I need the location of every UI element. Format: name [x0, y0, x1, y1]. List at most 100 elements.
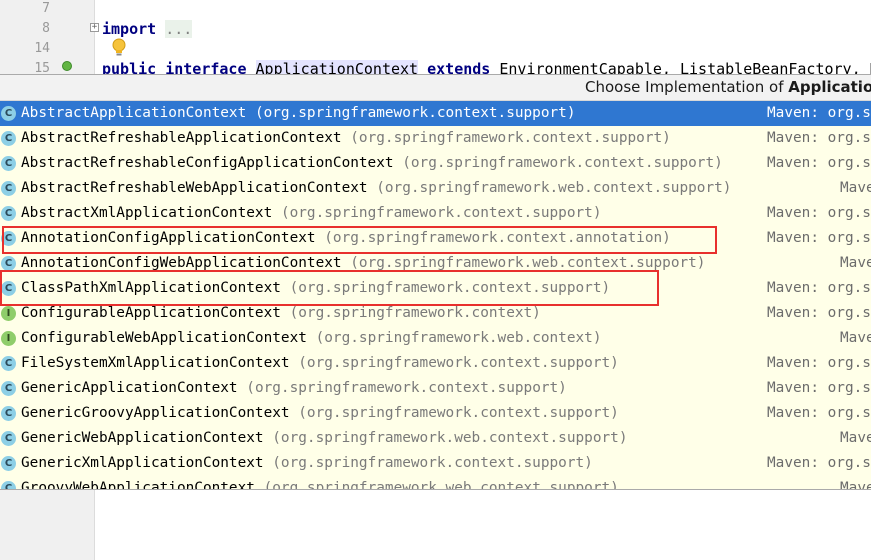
interface-icon: I: [1, 331, 16, 346]
class-name-text: GenericXmlApplicationContext: [21, 455, 264, 471]
package-name: (org.springframework.web.context.support…: [350, 255, 706, 271]
maven-source: Maven: org.s: [767, 355, 871, 371]
list-item[interactable]: I ConfigurableApplicationContext (org.spr…: [0, 301, 871, 326]
class-name: GenericApplicationContext (org.springfra…: [21, 376, 567, 401]
class-name: AnnotationConfigApplicationContext (org.…: [21, 226, 671, 251]
fold-marker-icon[interactable]: +: [90, 23, 99, 32]
class-icon: C: [1, 106, 16, 121]
class-name-text: AnnotationConfigWebApplicationContext: [21, 255, 342, 271]
list-item[interactable]: C AbstractXmlApplicationContext (org.spri…: [0, 201, 871, 226]
folded-imports[interactable]: ...: [165, 20, 193, 38]
class-name-text: GroovyWebApplicationContext: [21, 480, 255, 490]
list-item[interactable]: C AbstractApplicationContext (org.springf…: [0, 101, 871, 126]
package-name: (org.springframework.context.support): [298, 355, 619, 371]
maven-source: Mave: [840, 255, 871, 271]
list-item[interactable]: C ClassPathXmlApplicationContext (org.spr…: [0, 276, 871, 301]
list-item[interactable]: C FileSystemXmlApplicationContext (org.sp…: [0, 351, 871, 376]
class-name: AbstractRefreshableApplicationContext (o…: [21, 126, 671, 151]
package-name: (org.springframework.web.context): [315, 330, 602, 346]
line-number: 14: [34, 41, 50, 56]
class-icon: C: [1, 481, 16, 489]
maven-source: Maven: org.s: [767, 405, 871, 421]
maven-source: Mave: [840, 430, 871, 446]
list-item[interactable]: C GenericGroovyApplicationContext (org.sp…: [0, 401, 871, 426]
list-item[interactable]: C AbstractRefreshableApplicationContext (…: [0, 126, 871, 151]
maven-source: Maven: org.s: [767, 130, 871, 146]
class-name-text: GenericGroovyApplicationContext: [21, 405, 290, 421]
class-name-text: GenericWebApplicationContext: [21, 430, 264, 446]
package-name: (org.springframework.context.support): [402, 155, 723, 171]
implemented-by-icon[interactable]: [62, 61, 72, 71]
class-name: ConfigurableWebApplicationContext (org.s…: [21, 326, 602, 351]
list-item[interactable]: C AbstractRefreshableConfigApplicationCon…: [0, 151, 871, 176]
popup-title: Choose Implementation of ApplicationC: [585, 78, 871, 96]
code-line-8: import ...: [102, 19, 193, 39]
class-name-text: AbstractRefreshableWebApplicationContext: [21, 180, 368, 196]
interface-icon: I: [1, 306, 16, 321]
list-item[interactable]: I ConfigurableWebApplicationContext (org.…: [0, 326, 871, 351]
class-icon: C: [1, 206, 16, 221]
list-item[interactable]: C AnnotationConfigApplicationContext (org…: [0, 226, 871, 251]
class-name: GenericXmlApplicationContext (org.spring…: [21, 451, 593, 476]
class-icon: C: [1, 131, 16, 146]
choose-implementation-popup[interactable]: Choose Implementation of ApplicationC CA…: [0, 74, 871, 490]
class-icon: C: [1, 431, 16, 446]
class-name: ConfigurableApplicationContext (org.spri…: [21, 301, 541, 326]
maven-source: Mave: [840, 480, 871, 490]
line-number: 8: [42, 21, 50, 36]
maven-source: Mave: [840, 180, 871, 196]
package-name: (org.springframework.context): [289, 305, 541, 321]
class-name: AnnotationConfigWebApplicationContext (o…: [21, 251, 705, 276]
package-name: (org.springframework.web.context.support…: [272, 430, 628, 446]
class-name: AbstractApplicationContext (org.springfr…: [21, 101, 576, 126]
class-name: AbstractRefreshableConfigApplicationCont…: [21, 151, 723, 176]
import-keyword: import: [102, 20, 157, 38]
package-name: (org.springframework.context.support): [350, 130, 671, 146]
class-icon: C: [1, 356, 16, 371]
class-name: AbstractXmlApplicationContext (org.sprin…: [21, 201, 602, 226]
maven-source: Maven: org.s: [767, 105, 871, 121]
class-name-text: AbstractRefreshableApplicationContext: [21, 130, 342, 146]
list-item[interactable]: C GenericXmlApplicationContext (org.sprin…: [0, 451, 871, 476]
maven-source: Maven: org.s: [767, 230, 871, 246]
package-name: (org.springframework.web.context.support…: [376, 180, 732, 196]
class-icon: C: [1, 406, 16, 421]
implementation-list[interactable]: C AbstractApplicationContext (org.springf…: [0, 101, 871, 490]
class-name-text: AbstractApplicationContext: [21, 105, 247, 121]
class-icon: C: [1, 181, 16, 196]
maven-source: Maven: org.s: [767, 455, 871, 471]
maven-source: Maven: org.s: [767, 380, 871, 396]
package-name: (org.springframework.context.support): [280, 205, 602, 221]
list-item[interactable]: C GenericApplicationContext (org.springfr…: [0, 376, 871, 401]
maven-source: Maven: org.s: [767, 155, 871, 171]
class-name: ClassPathXmlApplicationContext (org.spri…: [21, 276, 610, 301]
list-item[interactable]: C GenericWebApplicationContext (org.sprin…: [0, 426, 871, 451]
class-icon: C: [1, 281, 16, 296]
class-name: AbstractRefreshableWebApplicationContext…: [21, 176, 731, 201]
line-number: 7: [42, 1, 50, 16]
class-name: GenericGroovyApplicationContext (org.spr…: [21, 401, 619, 426]
package-name: (org.springframework.context.support): [254, 105, 576, 121]
class-name: GenericWebApplicationContext (org.spring…: [21, 426, 628, 451]
maven-source: Maven: org.s: [767, 205, 871, 221]
class-name-text: ClassPathXmlApplicationContext: [21, 280, 281, 296]
class-icon: C: [1, 381, 16, 396]
package-name: (org.springframework.context.support): [246, 380, 567, 396]
maven-source: Maven: org.s: [767, 305, 871, 321]
class-name-text: AnnotationConfigApplicationContext: [21, 230, 316, 246]
class-icon: C: [1, 156, 16, 171]
class-name: GroovyWebApplicationContext (org.springf…: [21, 476, 619, 490]
lightbulb-icon[interactable]: [112, 38, 126, 58]
class-icon: C: [1, 456, 16, 471]
maven-source: Maven: org.s: [767, 280, 871, 296]
class-icon: C: [1, 231, 16, 246]
class-name-text: AbstractRefreshableConfigApplicationCont…: [21, 155, 394, 171]
list-item[interactable]: C GroovyWebApplicationContext (org.spring…: [0, 476, 871, 490]
class-name-text: ConfigurableWebApplicationContext: [21, 330, 307, 346]
class-name-text: GenericApplicationContext: [21, 380, 238, 396]
list-item[interactable]: C AbstractRefreshableWebApplicationContex…: [0, 176, 871, 201]
class-name-text: ConfigurableApplicationContext: [21, 305, 281, 321]
class-name-text: AbstractXmlApplicationContext: [21, 205, 273, 221]
package-name: (org.springframework.context.support): [289, 280, 611, 296]
list-item[interactable]: C AnnotationConfigWebApplicationContext (…: [0, 251, 871, 276]
